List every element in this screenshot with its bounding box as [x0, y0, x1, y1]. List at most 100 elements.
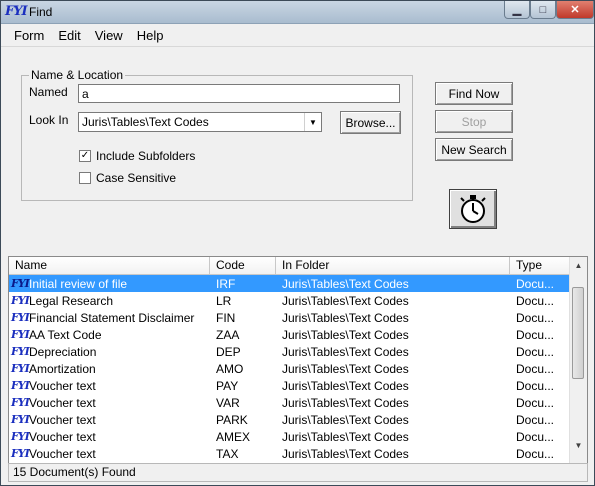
- row-name: Voucher text: [29, 395, 96, 410]
- row-name: Voucher text: [29, 378, 96, 393]
- row-name-cell: FYI Initial review of file: [9, 277, 210, 291]
- table-row[interactable]: FYI Voucher text PARK Juris\Tables\Text C…: [9, 411, 570, 428]
- minimize-button[interactable]: ▁: [504, 1, 530, 19]
- scroll-thumb[interactable]: [572, 287, 584, 379]
- row-name: Voucher text: [29, 412, 96, 427]
- row-name-cell: FYI Voucher text: [9, 413, 210, 427]
- menu-edit[interactable]: Edit: [51, 28, 87, 43]
- row-code: DEP: [216, 344, 241, 359]
- fyi-document-icon: FYI: [11, 345, 30, 358]
- results-list: Name Code In Folder Type FYI Initial revi…: [8, 256, 588, 472]
- row-folder: Juris\Tables\Text Codes: [282, 378, 409, 393]
- table-row[interactable]: FYI Depreciation DEP Juris\Tables\Text Co…: [9, 343, 570, 360]
- new-search-button[interactable]: New Search: [435, 138, 513, 161]
- row-code: PAY: [216, 378, 239, 393]
- group-legend: Name & Location: [29, 68, 126, 82]
- table-row[interactable]: FYI Initial review of file IRF Juris\Tabl…: [9, 275, 570, 292]
- row-type: Docu...: [516, 310, 555, 325]
- row-name-cell: FYI Voucher text: [9, 379, 210, 393]
- row-type: Docu...: [516, 276, 555, 291]
- case-sensitive-checkbox[interactable]: [79, 172, 91, 184]
- window-title: Find: [29, 5, 53, 19]
- table-row[interactable]: FYI Voucher text TAX Juris\Tables\Text Co…: [9, 445, 570, 462]
- look-in-select[interactable]: Juris\Tables\Text Codes ▼: [78, 112, 322, 132]
- table-row[interactable]: FYI Voucher text VAR Juris\Tables\Text Co…: [9, 394, 570, 411]
- row-type: Docu...: [516, 378, 555, 393]
- row-code: AMEX: [216, 429, 251, 444]
- row-name-cell: FYI AA Text Code: [9, 328, 210, 342]
- browse-button[interactable]: Browse...: [340, 111, 401, 134]
- menu-form[interactable]: Form: [1, 28, 51, 43]
- fyi-document-icon: FYI: [11, 362, 30, 375]
- named-label: Named: [29, 85, 68, 99]
- menu-view[interactable]: View: [88, 28, 130, 43]
- stop-button[interactable]: Stop: [435, 110, 513, 133]
- row-folder: Juris\Tables\Text Codes: [282, 361, 409, 376]
- close-button[interactable]: ✕: [556, 1, 594, 19]
- row-folder: Juris\Tables\Text Codes: [282, 446, 409, 461]
- fyi-document-icon: FYI: [11, 294, 30, 307]
- row-folder: Juris\Tables\Text Codes: [282, 293, 409, 308]
- table-row[interactable]: FYI Amortization AMO Juris\Tables\Text Co…: [9, 360, 570, 377]
- named-input[interactable]: a: [78, 84, 400, 103]
- find-window: FYI Find ▁ □ ✕ Form Edit View Help Name …: [0, 0, 595, 486]
- row-type: Docu...: [516, 293, 555, 308]
- menu-help[interactable]: Help: [130, 28, 171, 43]
- row-name: Depreciation: [29, 344, 97, 359]
- dialog-content: Name & Location Named a Look In Juris\Ta…: [1, 47, 594, 485]
- scroll-down-icon[interactable]: ▼: [570, 437, 587, 454]
- scroll-up-icon[interactable]: ▲: [570, 257, 587, 274]
- row-name-cell: FYI Voucher text: [9, 396, 210, 410]
- fyi-document-icon: FYI: [11, 396, 30, 409]
- row-type: Docu...: [516, 344, 555, 359]
- list-rows: FYI Initial review of file IRF Juris\Tabl…: [9, 275, 570, 462]
- table-row[interactable]: FYI Legal Research LR Juris\Tables\Text C…: [9, 292, 570, 309]
- column-header-type[interactable]: Type: [510, 257, 570, 274]
- table-row[interactable]: FYI AA Text Code ZAA Juris\Tables\Text Co…: [9, 326, 570, 343]
- fyi-document-icon: FYI: [11, 413, 30, 426]
- maximize-button[interactable]: □: [530, 1, 556, 19]
- row-code: IRF: [216, 276, 236, 291]
- fyi-document-icon: FYI: [11, 277, 30, 290]
- row-folder: Juris\Tables\Text Codes: [282, 276, 409, 291]
- row-name-cell: FYI Financial Statement Disclaimer: [9, 311, 210, 325]
- title-bar[interactable]: FYI Find ▁ □ ✕: [1, 1, 594, 24]
- row-code: VAR: [216, 395, 240, 410]
- fyi-app-icon: FYI: [5, 4, 28, 19]
- column-header-name[interactable]: Name: [9, 257, 210, 274]
- look-in-value: Juris\Tables\Text Codes: [82, 115, 209, 129]
- row-name: Financial Statement Disclaimer: [29, 310, 195, 325]
- row-type: Docu...: [516, 395, 555, 410]
- case-sensitive-label: Case Sensitive: [96, 171, 177, 185]
- include-subfolders-label: Include Subfolders: [96, 149, 196, 163]
- row-type: Docu...: [516, 327, 555, 342]
- fyi-document-icon: FYI: [11, 447, 30, 460]
- row-type: Docu...: [516, 429, 555, 444]
- row-type: Docu...: [516, 361, 555, 376]
- table-row[interactable]: FYI Financial Statement Disclaimer FIN Ju…: [9, 309, 570, 326]
- row-name: Voucher text: [29, 429, 96, 444]
- row-name-cell: FYI Legal Research: [9, 294, 210, 308]
- row-folder: Juris\Tables\Text Codes: [282, 395, 409, 410]
- row-name: Initial review of file: [29, 276, 128, 291]
- vertical-scrollbar[interactable]: ▲ ▼: [569, 257, 587, 471]
- menu-bar: Form Edit View Help: [1, 24, 594, 47]
- fyi-document-icon: FYI: [11, 379, 30, 392]
- table-row[interactable]: FYI Voucher text AMEX Juris\Tables\Text C…: [9, 428, 570, 445]
- column-header-code[interactable]: Code: [210, 257, 276, 274]
- chevron-down-icon[interactable]: ▼: [304, 113, 321, 131]
- row-name-cell: FYI Amortization: [9, 362, 210, 376]
- row-code: TAX: [216, 446, 239, 461]
- row-folder: Juris\Tables\Text Codes: [282, 344, 409, 359]
- table-row[interactable]: FYI Voucher text PAY Juris\Tables\Text Co…: [9, 377, 570, 394]
- find-now-button[interactable]: Find Now: [435, 82, 513, 105]
- row-name: Amortization: [29, 361, 96, 376]
- row-name: Legal Research: [29, 293, 114, 308]
- include-subfolders-checkbox[interactable]: ✓: [79, 150, 91, 162]
- stopwatch-icon[interactable]: [449, 189, 497, 229]
- look-in-label: Look In: [29, 113, 69, 127]
- row-name-cell: FYI Voucher text: [9, 430, 210, 444]
- row-folder: Juris\Tables\Text Codes: [282, 412, 409, 427]
- column-header-folder[interactable]: In Folder: [276, 257, 510, 274]
- row-name-cell: FYI Voucher text: [9, 447, 210, 461]
